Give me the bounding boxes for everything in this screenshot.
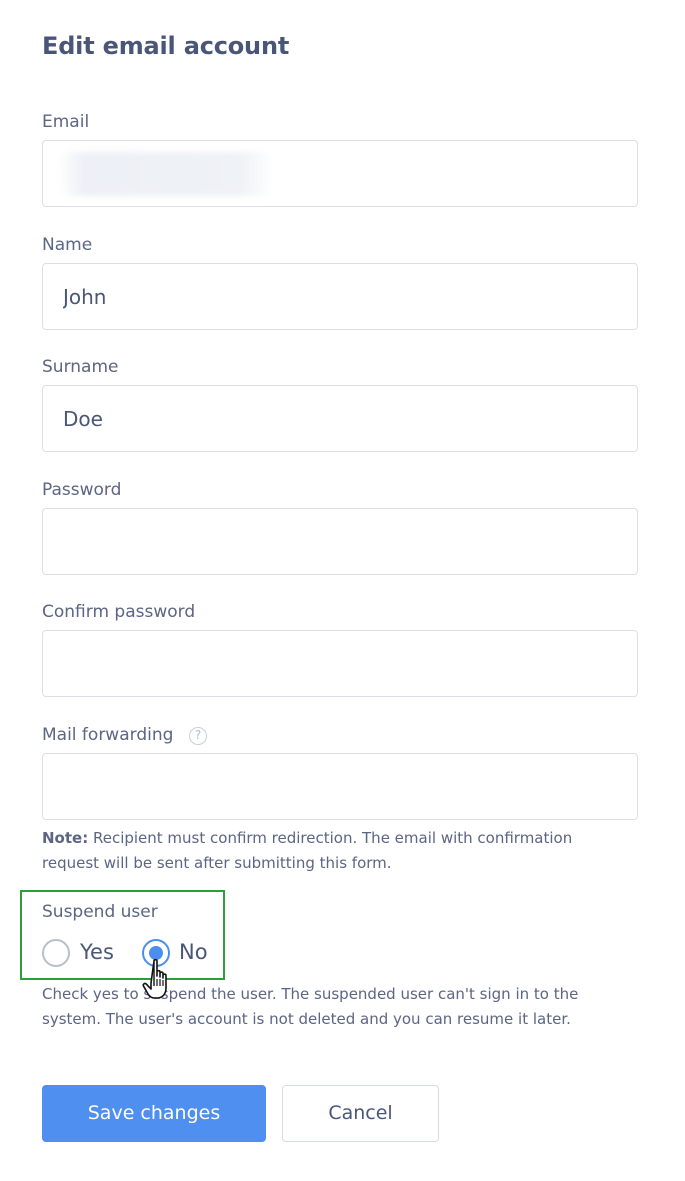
page-title: Edit email account	[42, 32, 290, 60]
mail-forwarding-label: Mail forwarding	[42, 725, 174, 745]
save-changes-button[interactable]: Save changes	[42, 1085, 266, 1142]
email-label: Email	[42, 112, 90, 132]
confirm-password-label: Confirm password	[42, 602, 196, 622]
password-field[interactable]	[42, 508, 638, 575]
note-text: Recipient must confirm redirection. The …	[42, 829, 573, 872]
forwarding-note: Note: Recipient must confirm redirection…	[42, 826, 622, 876]
hand-cursor-icon	[142, 958, 167, 999]
suspend-user-hint: Check yes to suspend the user. The suspe…	[42, 985, 579, 1028]
mail-forwarding-field[interactable]	[42, 753, 638, 820]
suspend-yes-label[interactable]: Yes	[80, 940, 114, 964]
confirm-password-field[interactable]	[42, 630, 638, 697]
cancel-button[interactable]: Cancel	[282, 1085, 439, 1142]
note-prefix: Note:	[42, 829, 89, 847]
question-circle-icon[interactable]: ?	[189, 727, 207, 745]
name-field[interactable]	[42, 263, 638, 330]
password-label: Password	[42, 480, 122, 500]
suspend-yes-radio[interactable]	[42, 939, 70, 967]
surname-field[interactable]	[42, 385, 638, 452]
email-redacted-value	[58, 152, 273, 196]
suspend-user-label: Suspend user	[42, 902, 158, 922]
name-label: Name	[42, 235, 93, 255]
surname-label: Surname	[42, 357, 119, 377]
